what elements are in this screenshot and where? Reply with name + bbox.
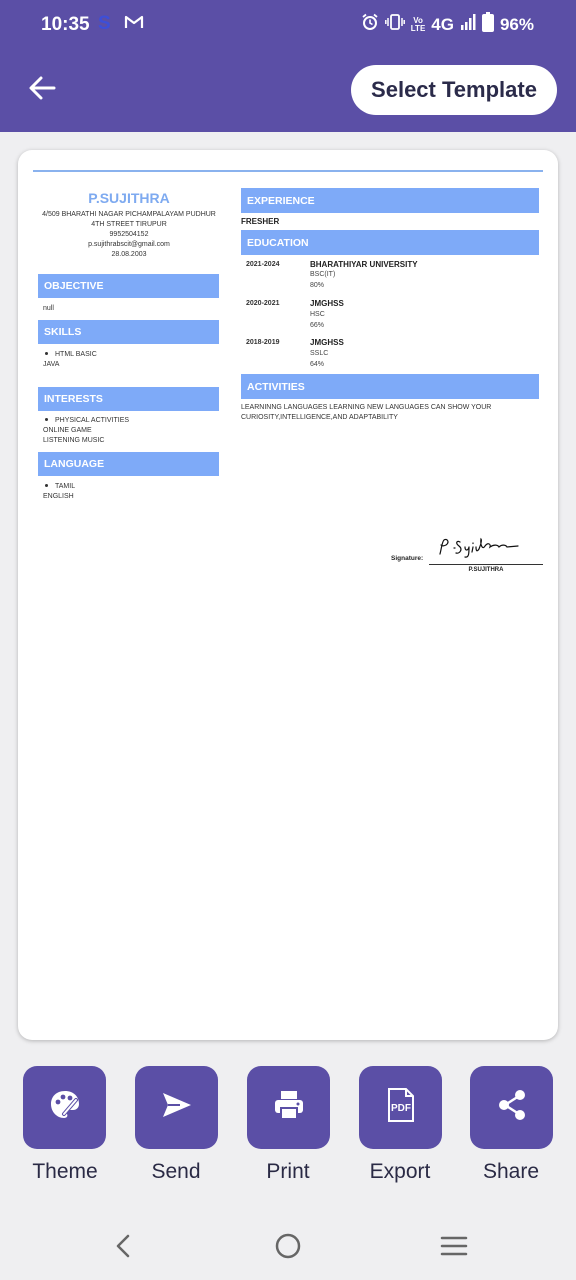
resume-preview: P.SUJITHRA 4/509 BHARATHI NAGAR PICHAMPA…: [18, 150, 558, 1040]
volte-bottom: LTE: [410, 23, 426, 33]
vibrate-icon: [384, 13, 405, 36]
send-icon: [160, 1088, 194, 1127]
language-item: ENGLISH: [43, 493, 74, 500]
back-nav-icon: [113, 1233, 133, 1264]
bullet-icon: [45, 352, 48, 356]
signature-label: Signature:: [391, 555, 424, 562]
skills-list: HTML BASIC JAVA: [43, 350, 97, 370]
objective-text: null: [43, 305, 54, 312]
back-button[interactable]: [22, 70, 62, 110]
header-divider: [33, 170, 543, 172]
signature-line: [429, 564, 543, 565]
resume-name: P.SUJITHRA: [88, 190, 170, 206]
theme-button[interactable]: [23, 1066, 106, 1149]
skill-label: HTML BASIC: [55, 351, 97, 358]
experience-header: EXPERIENCE: [241, 188, 539, 213]
status-time: 10:35: [41, 14, 90, 35]
email: p.sujithrabscit@gmail.com: [88, 241, 170, 248]
system-nav-bar: [0, 1212, 576, 1280]
language-header: LANGUAGE: [38, 452, 219, 476]
share-button[interactable]: [470, 1066, 553, 1149]
status-icons: Vo LTE 4G 96%: [361, 12, 534, 37]
recents-nav-icon: [440, 1234, 468, 1263]
skill-item: HTML BASIC: [43, 350, 97, 360]
bullet-icon: [45, 418, 48, 422]
nav-home-button[interactable]: [268, 1230, 308, 1266]
activities-text: LEARNINNG LANGUAGES LEARNING NEW LANGUAG…: [241, 404, 492, 421]
education-years: 2020-2021: [246, 300, 280, 307]
interest-label: PHYSICAL ACTIVITIES: [55, 417, 130, 424]
education-course: BSC(IT): [310, 271, 336, 278]
network-type: 4G: [431, 14, 454, 34]
alarm-icon: [361, 13, 379, 36]
education-institution: JMGHSS: [310, 299, 344, 308]
skills-header: SKILLS: [38, 320, 219, 344]
pdf-icon: PDF: [385, 1087, 417, 1128]
home-nav-icon: [274, 1232, 302, 1265]
education-score: 64%: [310, 361, 325, 368]
contact-block: 4/509 BHARATHI NAGAR PICHAMPALAYAM PUDHU…: [36, 210, 222, 260]
volte-icon: Vo LTE: [410, 16, 426, 33]
interest-item: LISTENING MUSIC: [43, 437, 105, 444]
share-label: Share: [482, 1160, 540, 1183]
handwritten-signature: [439, 537, 519, 558]
theme-label: Theme: [32, 1160, 98, 1183]
education-header: EDUCATION: [241, 230, 539, 255]
share-icon: [495, 1088, 529, 1127]
s-app-icon: S: [98, 13, 111, 34]
app-bar: Select Template: [0, 50, 576, 132]
export-label: Export: [369, 1160, 431, 1183]
gmail-icon: [124, 14, 144, 35]
bullet-icon: [45, 484, 48, 488]
interests-list: PHYSICAL ACTIVITIES ONLINE GAME LISTENIN…: [43, 416, 129, 446]
signature-name: P.SUJITHRA: [468, 567, 504, 573]
address-line: 4/509 BHARATHI NAGAR PICHAMPALAYAM PUDHU…: [42, 211, 216, 218]
education-years: 2021-2024: [246, 261, 280, 268]
printer-icon: [272, 1088, 306, 1127]
battery-icon: [481, 12, 494, 37]
interests-header: INTERESTS: [38, 387, 219, 411]
language-list: TAMIL ENGLISH: [43, 482, 75, 502]
education-score: 80%: [310, 282, 325, 289]
send-label: Send: [151, 1160, 201, 1183]
language-label: TAMIL: [55, 483, 76, 490]
education-score: 66%: [310, 322, 325, 329]
battery-percent: 96%: [499, 14, 534, 34]
address-line: 4TH STREET TIRUPUR: [91, 221, 167, 228]
nav-recents-button[interactable]: [434, 1230, 474, 1266]
signal-icon: [460, 14, 476, 35]
export-button[interactable]: PDF: [359, 1066, 442, 1149]
print-button[interactable]: [247, 1066, 330, 1149]
education-years: 2018-2019: [246, 339, 280, 346]
language-item: TAMIL: [43, 482, 75, 492]
skill-item: JAVA: [43, 361, 60, 368]
nav-back-button[interactable]: [103, 1230, 143, 1266]
education-institution: BHARATHIYAR UNIVERSITY: [310, 260, 418, 269]
education-institution: JMGHSS: [310, 338, 344, 347]
objective-header: OBJECTIVE: [38, 274, 219, 298]
interest-item: ONLINE GAME: [43, 427, 92, 434]
svg-text:PDF: PDF: [391, 1103, 411, 1114]
activities-header: ACTIVITIES: [241, 374, 539, 399]
status-bar: 10:35 S Vo LTE 4G 96%: [0, 0, 576, 50]
education-course: SSLC: [310, 350, 329, 357]
palette-icon: [47, 1087, 83, 1128]
send-button[interactable]: [135, 1066, 218, 1149]
select-template-button[interactable]: Select Template: [351, 65, 557, 115]
phone-number: 9952504152: [109, 231, 149, 238]
arrow-left-icon: [27, 73, 57, 108]
print-label: Print: [266, 1160, 310, 1183]
education-course: HSC: [310, 311, 325, 318]
date-of-birth: 28.08.2003: [111, 251, 147, 258]
experience-text: FRESHER: [241, 217, 280, 226]
interest-item: PHYSICAL ACTIVITIES: [43, 416, 129, 426]
